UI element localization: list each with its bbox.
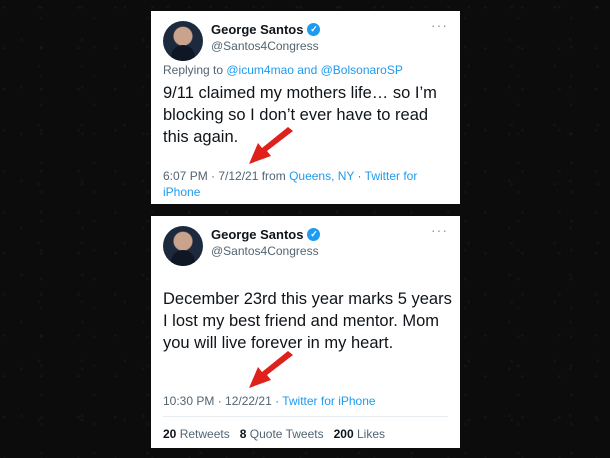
retweets-stat[interactable]: 20 Retweets xyxy=(163,427,230,441)
avatar[interactable] xyxy=(163,21,203,61)
avatar[interactable] xyxy=(163,226,203,266)
verified-badge-icon: ✓ xyxy=(307,23,321,36)
location-link[interactable]: Queens, NY xyxy=(289,169,354,183)
display-name[interactable]: George Santos ✓ xyxy=(211,227,321,242)
engagement-stats: 20 Retweets 8 Quote Tweets 200 Likes xyxy=(163,427,385,441)
tweet-text: 9/11 claimed my mothers life… so I’m blo… xyxy=(163,84,437,146)
likes-stat[interactable]: 200 Likes xyxy=(334,427,385,441)
user-handle[interactable]: @Santos4Congress xyxy=(211,244,319,258)
tweet-meta: 10:30 PM · 12/22/21 · Twitter for iPhone xyxy=(163,393,448,409)
replying-to-line: Replying to @icum4mao and @BolsonaroSP xyxy=(163,63,403,77)
mention-link-2[interactable]: @BolsonaroSP xyxy=(321,63,403,77)
tweet-text: December 23rd this year marks 5 years I … xyxy=(163,290,452,352)
user-handle[interactable]: @Santos4Congress xyxy=(211,39,319,53)
client-link[interactable]: Twitter for iPhone xyxy=(282,394,375,408)
divider xyxy=(163,416,448,417)
tweet-timestamp[interactable]: 10:30 PM · 12/22/21 · xyxy=(163,394,282,408)
red-annotation-arrow xyxy=(249,351,293,388)
tweet-meta: 6:07 PM · 7/12/21 from Queens, NY · Twit… xyxy=(163,169,418,199)
more-options-icon[interactable]: ··· xyxy=(431,222,448,238)
mention-link-1[interactable]: @icum4mao xyxy=(226,63,294,77)
tweet-card-2: George Santos ✓ @Santos4Congress ··· Dec… xyxy=(151,216,460,448)
verified-badge-icon: ✓ xyxy=(307,228,321,241)
red-annotation-arrow xyxy=(249,127,293,164)
quote-tweets-stat[interactable]: 8 Quote Tweets xyxy=(240,427,324,441)
tweet-card-1: George Santos ✓ @Santos4Congress ··· Rep… xyxy=(151,11,460,204)
tweet-timestamp[interactable]: 6:07 PM · 7/12/21 from xyxy=(163,169,289,183)
display-name[interactable]: George Santos ✓ xyxy=(211,22,321,37)
more-options-icon[interactable]: ··· xyxy=(431,17,448,33)
